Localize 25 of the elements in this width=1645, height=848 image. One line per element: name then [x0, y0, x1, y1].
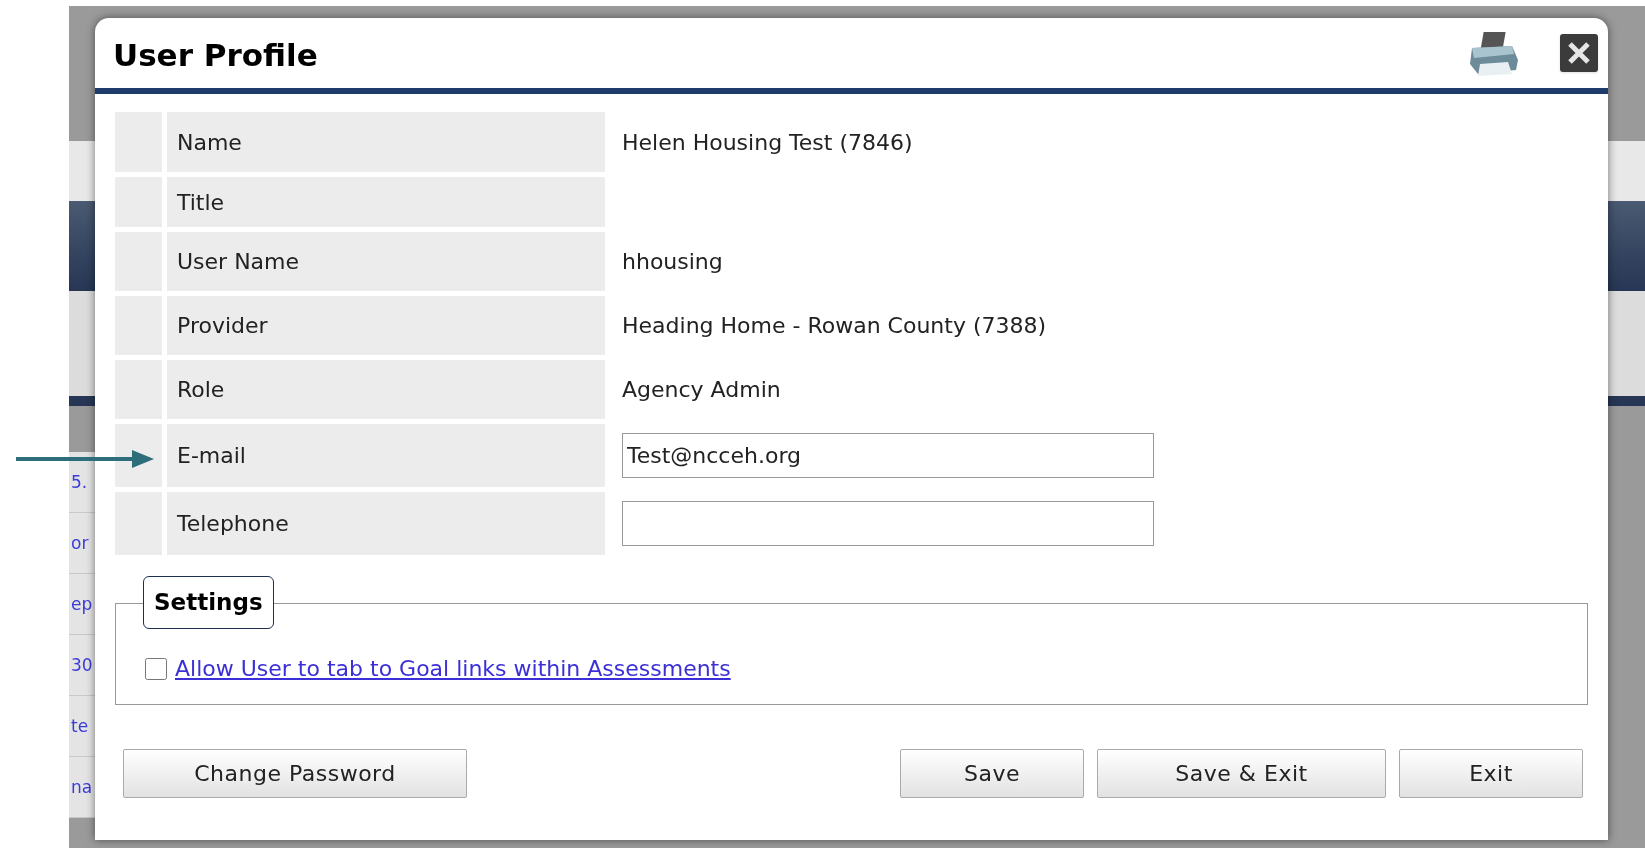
field-label: User Name: [167, 232, 605, 291]
setting-link[interactable]: Allow User to tab to Goal links within Assessments: [175, 652, 731, 685]
dialog-title: User Profile: [113, 35, 318, 75]
dialog-button[interactable]: Save & Exit: [1097, 749, 1386, 798]
field-value: Helen Housing Test (7846): [622, 128, 913, 157]
printer-icon[interactable]: [1468, 30, 1520, 76]
field-value: Heading Home - Rowan County (7388): [622, 312, 1047, 340]
dialog-button[interactable]: Change Password: [123, 749, 467, 798]
close-button[interactable]: [1560, 34, 1598, 72]
close-icon: [1567, 41, 1591, 65]
checkbox[interactable]: [145, 657, 167, 680]
field-value: hhousing: [622, 248, 723, 276]
input-field[interactable]: [622, 501, 1154, 546]
field-value: Agency Admin: [622, 376, 781, 404]
dialog-button[interactable]: Exit: [1399, 749, 1583, 798]
row-marker-cell: [115, 424, 162, 487]
field-label: Provider: [167, 296, 605, 355]
field-label: Role: [167, 360, 605, 419]
settings-legend: Settings: [143, 576, 274, 629]
dialog-button[interactable]: Save: [900, 749, 1084, 798]
input-field[interactable]: Test@ncceh.org: [622, 433, 1154, 478]
field-label: Title: [167, 177, 605, 227]
field-label: E-mail: [167, 424, 605, 487]
field-label: Telephone: [167, 492, 605, 555]
field-label: Name: [167, 112, 605, 172]
